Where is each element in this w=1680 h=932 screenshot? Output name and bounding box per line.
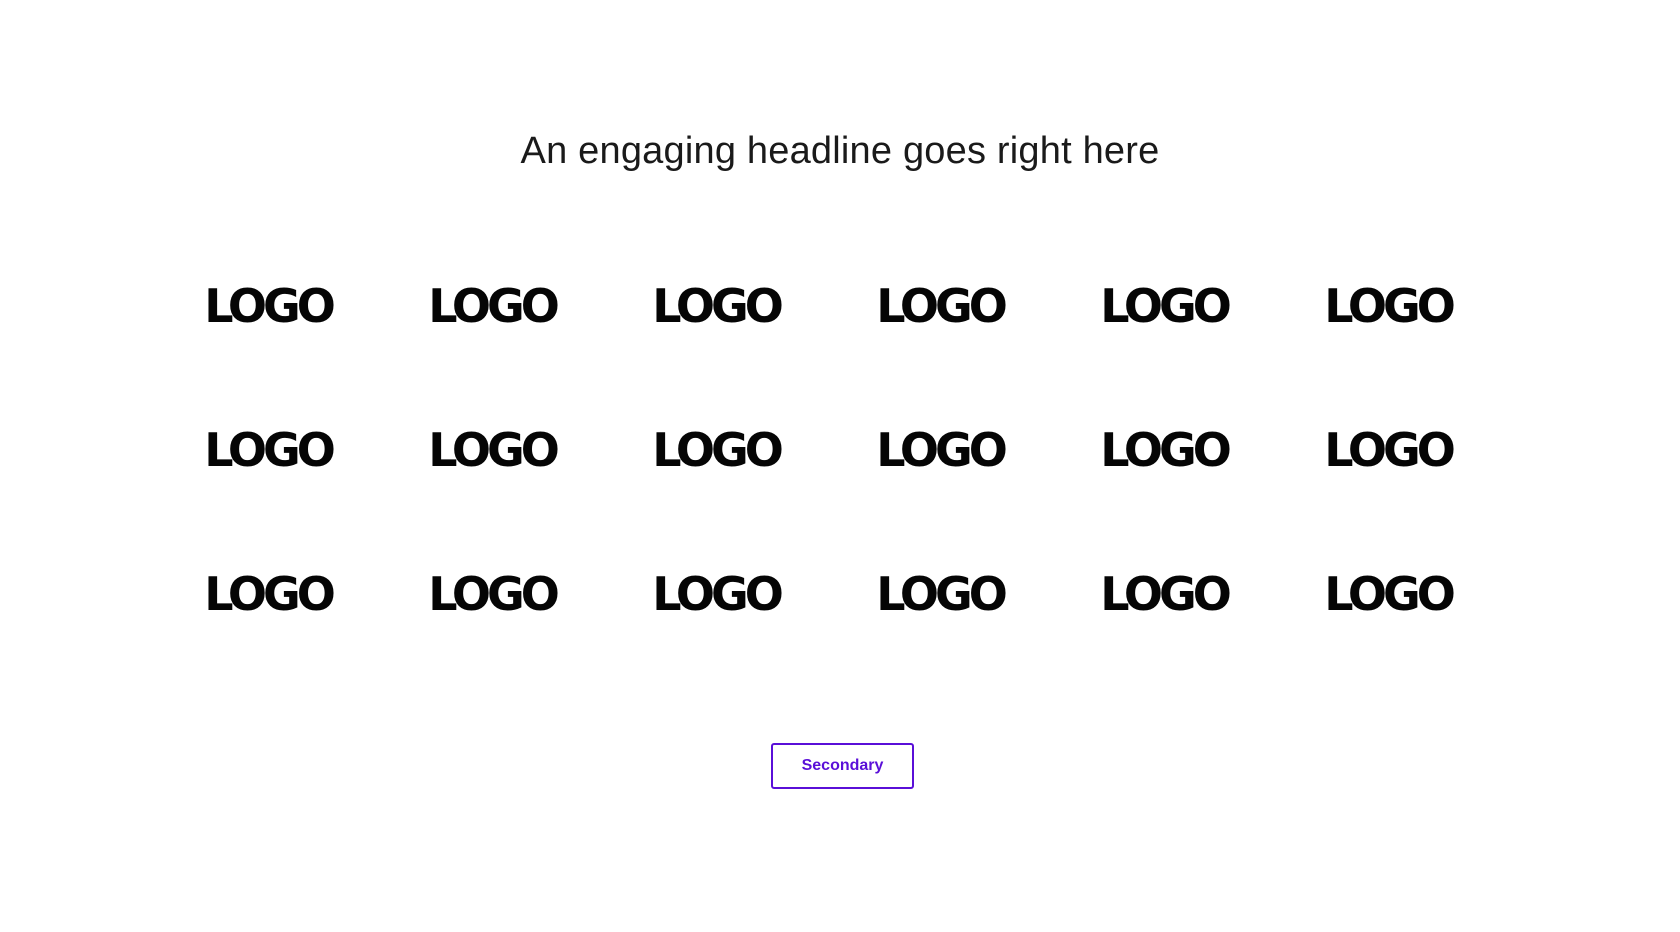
logo-row-1-col-3: LOGO <box>652 279 784 333</box>
logo-row-1-col-5: LOGO <box>1100 279 1232 333</box>
logo-row-2-col-6: LOGO <box>1324 423 1456 477</box>
secondary-button[interactable]: Secondary <box>771 743 914 789</box>
logo-row-1-col-6: LOGO <box>1324 279 1456 333</box>
logo-row-2-col-2: LOGO <box>428 423 560 477</box>
logo-row-3-col-6: LOGO <box>1324 567 1456 621</box>
logo-row-3-col-1: LOGO <box>204 567 336 621</box>
logo-row-3-col-3: LOGO <box>652 567 784 621</box>
logo-row-3-col-2: LOGO <box>428 567 560 621</box>
logo-row-1-col-1: LOGO <box>204 279 336 333</box>
logo-row-2-col-5: LOGO <box>1100 423 1232 477</box>
logo-row-2-col-4: LOGO <box>876 423 1008 477</box>
page-headline: An engaging headline goes right here <box>520 130 1160 172</box>
logo-grid: LOGO LOGO LOGO LOGO LOGO LOGO LOGO LOGO … <box>204 278 1550 710</box>
logo-row-3-col-5: LOGO <box>1100 567 1232 621</box>
logo-row-3-col-4: LOGO <box>876 567 1008 621</box>
logo-row-2-col-3: LOGO <box>652 423 784 477</box>
logo-row-1-col-2: LOGO <box>428 279 560 333</box>
logo-row-2-col-1: LOGO <box>204 423 336 477</box>
logo-row-1-col-4: LOGO <box>876 279 1008 333</box>
